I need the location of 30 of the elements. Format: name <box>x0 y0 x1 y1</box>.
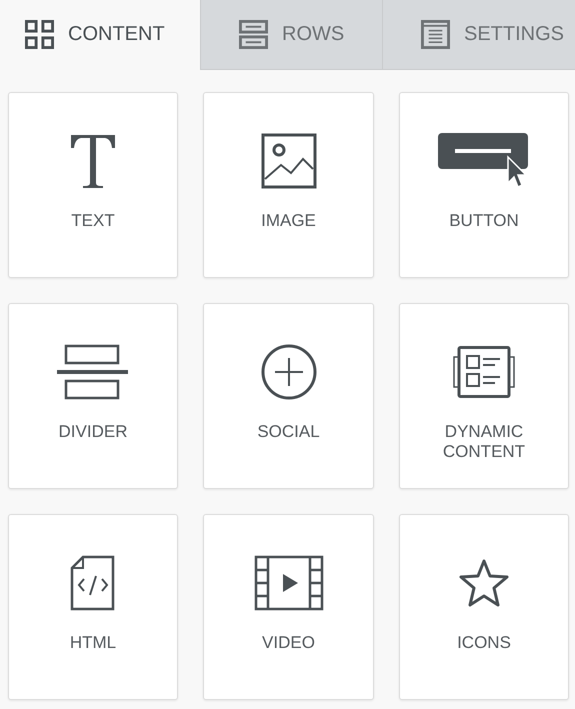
block-card[interactable]: VIDEO <box>203 514 374 700</box>
film-play-icon <box>254 555 324 611</box>
block-label: DYNAMIC CONTENT <box>442 422 526 462</box>
block-card[interactable]: DYNAMIC CONTENT <box>399 303 569 489</box>
block-label: TEXT <box>70 211 116 231</box>
block-label: HTML <box>68 633 118 653</box>
block-card[interactable]: ICONS <box>399 514 569 700</box>
block-label: VIDEO <box>261 633 316 653</box>
block-card[interactable]: SOCIAL <box>203 303 374 489</box>
star-icon <box>458 558 510 608</box>
button-cursor-icon <box>438 133 530 189</box>
block-card[interactable]: DIVIDER <box>8 303 178 489</box>
page-lines-icon <box>421 20 450 49</box>
rows-icon <box>239 20 268 49</box>
block-label: DIVIDER <box>58 422 128 442</box>
list-card-icon <box>453 346 515 398</box>
block-label: IMAGE <box>260 211 317 231</box>
letter-t-icon <box>70 133 116 189</box>
grid-icon <box>25 20 54 49</box>
block-card[interactable]: HTML <box>8 514 178 700</box>
plus-circle-icon <box>260 344 316 400</box>
block-label: BUTTON <box>448 211 520 231</box>
block-label: SOCIAL <box>256 422 321 442</box>
block-card[interactable]: BUTTON <box>399 92 569 278</box>
code-file-icon <box>70 555 116 611</box>
block-label: ICONS <box>456 633 512 653</box>
block-card[interactable]: IMAGE <box>203 92 374 278</box>
image-icon <box>260 133 316 189</box>
divider-icon <box>57 344 129 400</box>
block-card[interactable]: TEXT <box>8 92 178 278</box>
